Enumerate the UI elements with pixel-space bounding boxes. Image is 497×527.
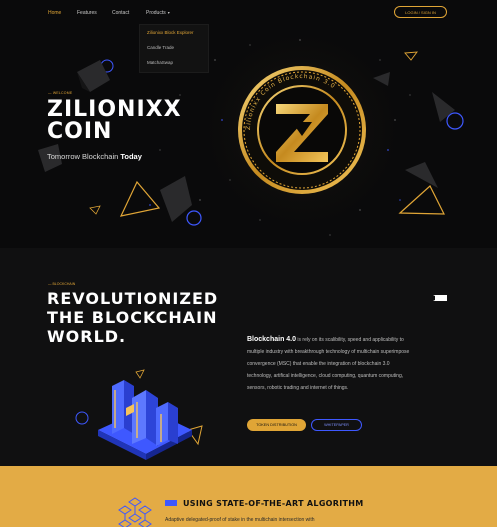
description-text: is rely on its scalibility, speed and ap… [247,337,410,391]
section-title-line3: WORLD. [47,327,127,346]
hero-section: Home Features Contact Products ▾ LOGIN / … [0,0,497,248]
whitepaper-button[interactable]: WHITEPAPER [311,419,362,431]
toggle-switch[interactable] [433,295,447,301]
zilionixx-coin-logo: Zilionixx Coin Blockchain 3.0 [238,66,366,194]
hero-subtitle-bold: Today [120,152,142,161]
algorithm-title: USING STATE-OF-THE-ART ALGORITHM [183,499,364,508]
dropdown-item-candle-trade[interactable]: Candle Trade [147,45,174,50]
hero-kicker: — WELCOME [48,91,73,95]
nav-products[interactable]: Products ▾ [146,10,170,16]
blockchain-section: — BLOCKCHAIN REVOLUTIONIZED THE BLOCKCHA… [0,248,497,466]
products-dropdown: Zilionixx Block Explorer Candle Trade Ma… [139,24,209,73]
dropdown-item-matchaswap[interactable]: MatchaSwap [147,60,173,65]
nav-features[interactable]: Features [77,10,97,16]
algorithm-text: Adaptive delegated-proof of stake in the… [165,517,315,523]
hero-title: ZILIONIXX COIN [47,99,182,143]
nav-home[interactable]: Home [48,10,61,16]
algorithm-marker-icon [165,500,177,506]
blockchain-description: Blockchain 4.0 is rely on its scalibilit… [247,334,415,394]
hero-title-line1: ZILIONIXX [47,97,182,122]
top-nav: Home Features Contact Products ▾ LOGIN / … [0,0,497,26]
hero-title-line2: COIN [47,119,113,144]
section-title-line2: THE BLOCKCHAIN [47,308,218,327]
dropdown-item-block-explorer[interactable]: Zilionixx Block Explorer [147,30,194,35]
section-title-line1: REVOLUTIONIZED [47,289,219,308]
nav-contact[interactable]: Contact [112,10,129,16]
page: Home Features Contact Products ▾ LOGIN / … [0,0,497,527]
blockchain-city-illustration [75,369,203,460]
chevron-down-icon: ▾ [167,10,170,15]
description-bold: Blockchain 4.0 [247,336,297,343]
algorithm-network-icon [118,497,152,527]
hero-subtitle-text: Tomorrow Blockchain [47,152,121,161]
nav-products-label: Products [146,10,166,16]
hero-subtitle: Tomorrow Blockchain Today [47,152,142,161]
login-button[interactable]: LOGIN / SIGN IN [394,6,447,18]
algorithm-section: USING STATE-OF-THE-ART ALGORITHM Adaptiv… [0,466,497,527]
section-kicker: — BLOCKCHAIN [48,282,76,286]
token-distribution-button[interactable]: TOKEN DISTRIBUTION [247,419,306,431]
section-title: REVOLUTIONIZED THE BLOCKCHAIN WORLD. [47,289,218,346]
